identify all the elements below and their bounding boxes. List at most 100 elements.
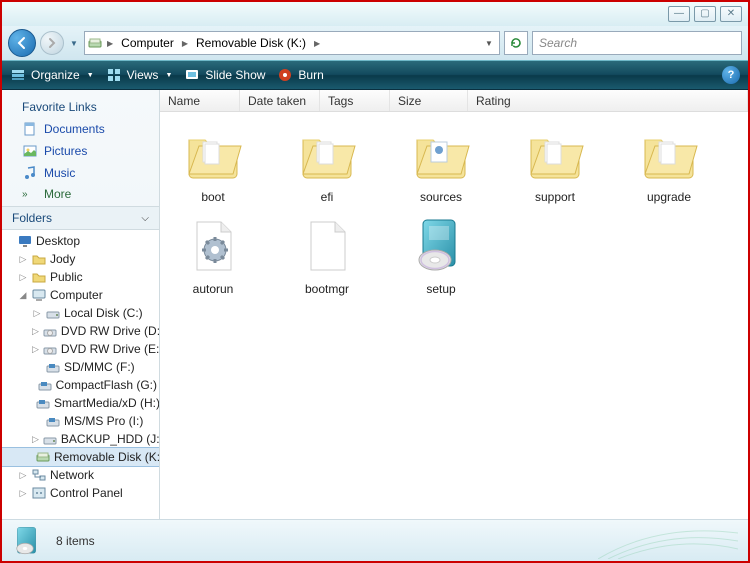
favorite-documents[interactable]: Documents — [12, 118, 159, 140]
favorite-music[interactable]: Music — [12, 162, 159, 184]
item-label: bootmgr — [305, 282, 349, 296]
folder-icon — [295, 122, 359, 186]
folder-icon — [523, 122, 587, 186]
desktop-icon — [17, 233, 33, 249]
file-item[interactable]: setup — [396, 214, 486, 296]
views-button[interactable]: Views ▼ — [106, 67, 173, 83]
minimize-button[interactable]: — — [668, 6, 690, 22]
tree-drive[interactable]: Removable Disk (K:) — [2, 448, 159, 466]
tree-public[interactable]: ▷ Public — [2, 268, 159, 286]
tree-user[interactable]: ▷ Jody — [2, 250, 159, 268]
folder-icon — [409, 122, 473, 186]
column-name[interactable]: Name — [160, 90, 240, 111]
organize-icon — [10, 67, 26, 83]
column-date-taken[interactable]: Date taken — [240, 90, 320, 111]
tree-drive[interactable]: CompactFlash (G:) — [2, 376, 159, 394]
tree-drive[interactable]: SD/MMC (F:) — [2, 358, 159, 376]
tree-control-panel[interactable]: ▷ Control Panel — [2, 484, 159, 502]
tree-drive[interactable]: ▷DVD RW Drive (D:) — [2, 322, 159, 340]
search-input[interactable]: Search — [532, 31, 742, 55]
item-label: support — [535, 190, 575, 204]
inf-icon — [181, 214, 245, 278]
tree-network[interactable]: ▷ Network — [2, 466, 159, 484]
refresh-button[interactable] — [504, 31, 528, 55]
drive-large-icon — [10, 523, 46, 559]
slideshow-button[interactable]: Slide Show — [184, 67, 265, 83]
chevron-down-icon: ▼ — [165, 72, 172, 79]
tree-drive[interactable]: ▷Local Disk (C:) — [2, 304, 159, 322]
pictures-icon — [22, 143, 38, 159]
back-button[interactable] — [8, 29, 36, 57]
maximize-button[interactable]: ▢ — [694, 6, 716, 22]
tree-label: Local Disk (C:) — [64, 306, 143, 320]
organize-label: Organize — [31, 68, 80, 82]
tree-drive[interactable]: SmartMedia/xD (H:) — [2, 394, 159, 412]
favorite-label: Pictures — [44, 144, 87, 158]
item-label: sources — [420, 190, 462, 204]
folder-item[interactable]: upgrade — [624, 122, 714, 204]
more-link[interactable]: » More — [12, 184, 159, 204]
breadcrumb-computer[interactable]: Computer — [117, 32, 178, 54]
tree-desktop[interactable]: Desktop — [2, 232, 159, 250]
breadcrumb-separator[interactable]: ▶ — [105, 39, 115, 48]
slideshow-icon — [184, 67, 200, 83]
folder-icon — [637, 122, 701, 186]
explorer-body: Favorite Links Documents Pictures Music … — [2, 90, 748, 519]
file-item[interactable]: bootmgr — [282, 214, 372, 296]
folder-item[interactable]: boot — [168, 122, 258, 204]
column-rating[interactable]: Rating — [468, 90, 748, 111]
folder-item[interactable]: sources — [396, 122, 486, 204]
items-view[interactable]: boot efi sources support upgrade autorun bootm… — [160, 112, 748, 519]
control-panel-icon — [31, 485, 47, 501]
network-icon — [31, 467, 47, 483]
tree-drive[interactable]: ▷BACKUP_HDD (J:) — [2, 430, 159, 448]
item-label: autorun — [193, 282, 234, 296]
tree-drive[interactable]: ▷DVD RW Drive (E:) — [2, 340, 159, 358]
file-icon — [295, 214, 359, 278]
drive-icon — [42, 323, 58, 339]
slideshow-label: Slide Show — [205, 68, 265, 82]
column-tags[interactable]: Tags — [320, 90, 390, 111]
content-pane: Name Date taken Tags Size Rating boot efi… — [160, 90, 748, 519]
address-bar[interactable]: ▶ Computer ▶ Removable Disk (K:) ▶ ▼ — [84, 31, 500, 55]
item-label: upgrade — [647, 190, 691, 204]
favorite-links-section: Favorite Links Documents Pictures Music … — [2, 90, 159, 206]
folder-icon — [181, 122, 245, 186]
item-label: boot — [201, 190, 224, 204]
help-button[interactable]: ? — [722, 66, 740, 84]
tree-label: Removable Disk (K:) — [54, 450, 159, 464]
tree-label: SD/MMC (F:) — [64, 360, 135, 374]
status-item-count: 8 items — [56, 534, 95, 548]
close-button[interactable]: ✕ — [720, 6, 742, 22]
forward-button[interactable] — [40, 31, 64, 55]
arrow-right-icon — [46, 37, 58, 49]
folders-label: Folders — [12, 211, 52, 225]
folder-item[interactable]: support — [510, 122, 600, 204]
tree-drive[interactable]: MS/MS Pro (I:) — [2, 412, 159, 430]
address-dropdown[interactable]: ▼ — [481, 39, 497, 48]
column-size[interactable]: Size — [390, 90, 468, 111]
command-bar: Organize ▼ Views ▼ Slide Show Burn ? — [2, 60, 748, 90]
column-headers: Name Date taken Tags Size Rating — [160, 90, 748, 112]
favorite-pictures[interactable]: Pictures — [12, 140, 159, 162]
organize-button[interactable]: Organize ▼ — [10, 67, 94, 83]
burn-button[interactable]: Burn — [277, 67, 323, 83]
drive-icon — [45, 359, 61, 375]
burn-label: Burn — [298, 68, 323, 82]
file-item[interactable]: autorun — [168, 214, 258, 296]
chevron-right-icon: » — [22, 189, 38, 200]
titlebar: — ▢ ✕ — [2, 2, 748, 26]
user-folder-icon — [31, 251, 47, 267]
tree-label: DVD RW Drive (D:) — [61, 324, 159, 338]
folders-header[interactable]: Folders ⌵ — [2, 206, 159, 229]
favorite-links-label: Favorite Links — [22, 100, 97, 114]
navigation-pane: Favorite Links Documents Pictures Music … — [2, 90, 160, 519]
tree-computer[interactable]: ◢ Computer — [2, 286, 159, 304]
recent-pages-dropdown[interactable]: ▼ — [68, 29, 80, 57]
breadcrumb-removable-disk[interactable]: Removable Disk (K:) — [192, 32, 310, 54]
drive-icon — [37, 377, 53, 393]
breadcrumb-separator[interactable]: ▶ — [312, 39, 322, 48]
refresh-icon — [509, 36, 523, 50]
folder-item[interactable]: efi — [282, 122, 372, 204]
breadcrumb-separator[interactable]: ▶ — [180, 39, 190, 48]
